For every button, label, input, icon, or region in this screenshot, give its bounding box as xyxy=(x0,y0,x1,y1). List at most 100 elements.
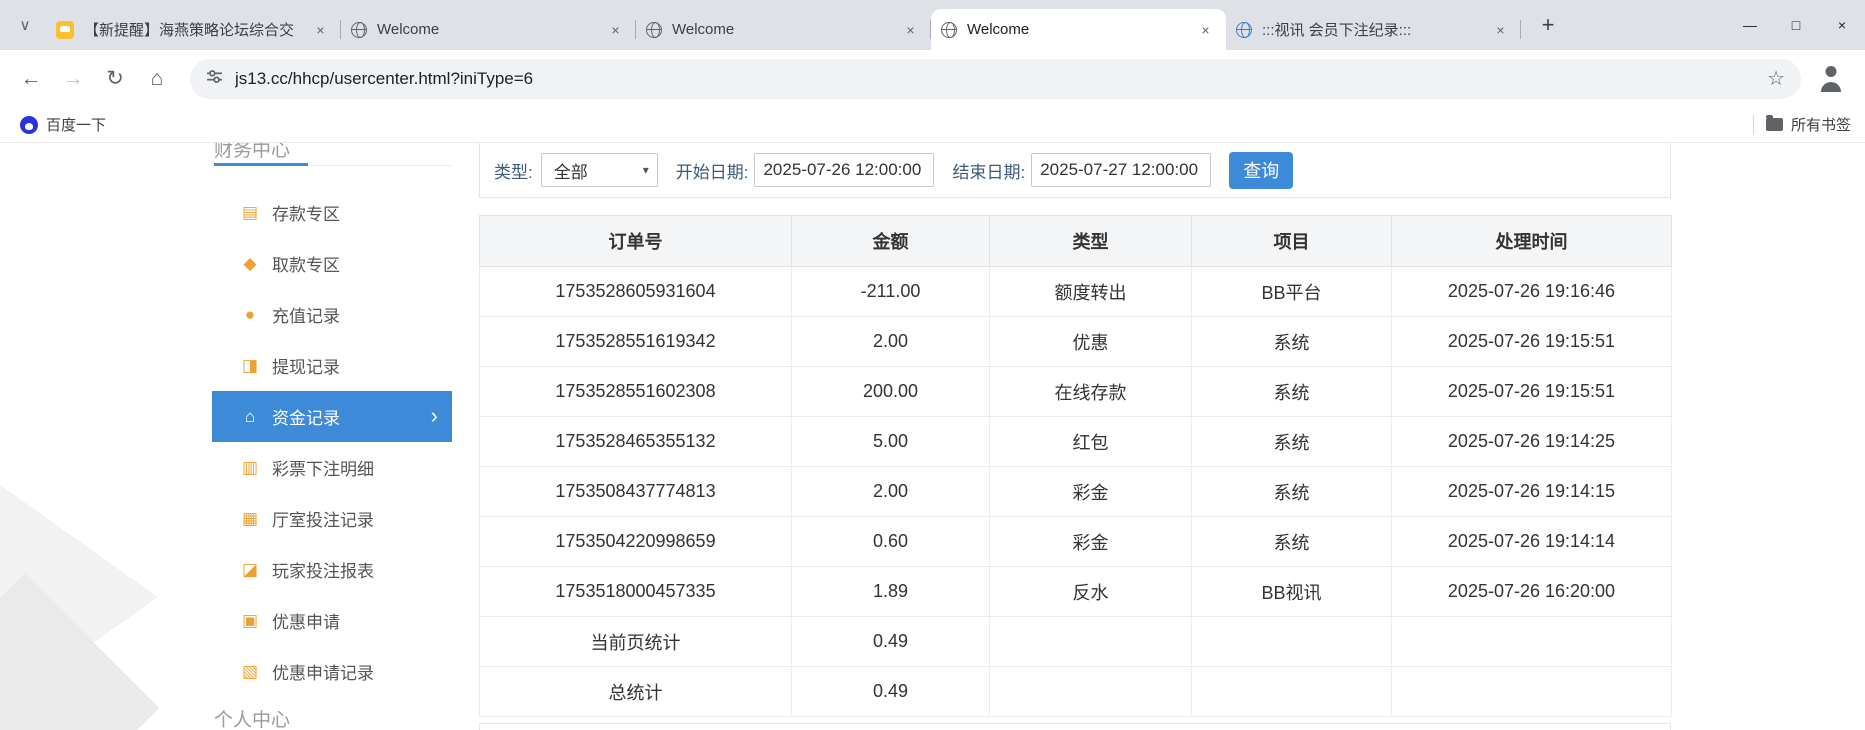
pagination-bar xyxy=(479,723,1671,730)
new-tab-button[interactable]: + xyxy=(1531,8,1565,42)
cell-project: BB平台 xyxy=(1192,267,1392,317)
chevron-down-icon: ∨ xyxy=(20,16,31,34)
type-label: 类型: xyxy=(494,158,533,183)
sidebar-item-lottery-bet-details[interactable]: ▥ 彩票下注明细 xyxy=(212,442,452,493)
maximize-button[interactable]: □ xyxy=(1773,0,1819,50)
globe-favicon-icon xyxy=(351,22,367,38)
bookmark-baidu[interactable]: 百度一下 xyxy=(14,111,112,139)
tab-close-icon[interactable]: × xyxy=(1195,19,1216,40)
sidebar-heading-personal: 个人中心 xyxy=(214,705,290,730)
divider xyxy=(1753,115,1754,135)
cell-time: 2025-07-26 19:15:51 xyxy=(1392,367,1672,417)
tab-video-records[interactable]: :::视讯 会员下注纪录::: × xyxy=(1226,9,1521,50)
sidebar-item-player-bet-report[interactable]: ◪ 玩家投注报表 xyxy=(212,544,452,595)
cell-order-id: 1753528551619342 xyxy=(480,317,792,367)
tab-strip: 【新提醒】海燕策略论坛综合交 × Welcome × Welcome × Wel… xyxy=(46,0,1521,50)
cell-project: 系统 xyxy=(1192,317,1392,367)
bookmark-star-icon[interactable]: ☆ xyxy=(1767,66,1785,91)
search-button[interactable]: 查询 xyxy=(1229,152,1293,189)
sidebar-item-label: 存款专区 xyxy=(272,200,340,225)
minimize-button[interactable]: — xyxy=(1727,0,1773,50)
forward-button[interactable]: → xyxy=(54,60,92,98)
tab-close-icon[interactable]: × xyxy=(310,19,331,40)
report-icon: ◪ xyxy=(238,560,262,580)
start-date-input[interactable] xyxy=(754,153,934,187)
browser-toolbar: ← → ↻ ⌂ js13.cc/hhcp/usercenter.html?ini… xyxy=(0,50,1865,107)
chevron-down-icon: ▾ xyxy=(643,163,649,177)
sidebar-item-deposit-zone[interactable]: ▤ 存款专区 xyxy=(212,187,452,238)
cell-type: 彩金 xyxy=(990,517,1192,567)
profile-avatar[interactable] xyxy=(1813,61,1849,97)
table-row: 1753528551619342 2.00 优惠 系统 2025-07-26 1… xyxy=(480,317,1672,367)
filter-bar: 类型: 全部 ▾ 开始日期: 结束日期: 查询 xyxy=(479,143,1671,198)
col-header-type: 类型 xyxy=(990,216,1192,267)
cell-type: 优惠 xyxy=(990,317,1192,367)
cell-amount: 0.49 xyxy=(792,667,990,717)
sidebar-item-recharge-records[interactable]: ● 充值记录 xyxy=(212,289,452,340)
funds-table: 订单号 金额 类型 项目 处理时间 1753528605931604 -211.… xyxy=(479,215,1672,717)
all-bookmarks-button[interactable]: 所有书签 xyxy=(1753,114,1851,135)
address-bar[interactable]: js13.cc/hhcp/usercenter.html?iniType=6 ☆ xyxy=(190,59,1801,99)
table-row: 1753528551602308 200.00 在线存款 系统 2025-07-… xyxy=(480,367,1672,417)
tab-welcome-2[interactable]: Welcome × xyxy=(636,9,931,50)
tab-forum[interactable]: 【新提醒】海燕策略论坛综合交 × xyxy=(46,9,341,50)
sidebar-item-promo-apply-records[interactable]: ▧ 优惠申请记录 xyxy=(212,646,452,697)
table-row: 1753528605931604 -211.00 额度转出 BB平台 2025-… xyxy=(480,267,1672,317)
site-info-icon[interactable] xyxy=(206,68,223,90)
cell-type xyxy=(990,617,1192,667)
refresh-button[interactable]: ↻ xyxy=(96,60,134,98)
col-header-time: 处理时间 xyxy=(1392,216,1672,267)
funds-icon: ⌂ xyxy=(238,407,262,427)
tab-close-icon[interactable]: × xyxy=(605,19,626,40)
promo-icon: ▣ xyxy=(238,611,262,631)
cell-order-id: 1753504220998659 xyxy=(480,517,792,567)
tab-title: Welcome xyxy=(967,21,1189,38)
type-select[interactable]: 全部 ▾ xyxy=(541,153,658,187)
tab-title: Welcome xyxy=(672,21,894,38)
sidebar-item-funds-records[interactable]: ⌂ 资金记录 › xyxy=(212,391,452,442)
table-summary-row-total: 总统计 0.49 xyxy=(480,667,1672,717)
tab-title: 【新提醒】海燕策略论坛综合交 xyxy=(84,19,304,40)
cell-project xyxy=(1192,667,1392,717)
lottery-icon: ▥ xyxy=(238,458,262,478)
tab-welcome-active[interactable]: Welcome × xyxy=(931,9,1226,50)
col-header-order-id: 订单号 xyxy=(480,216,792,267)
cell-project: 系统 xyxy=(1192,467,1392,517)
cell-time: 2025-07-26 19:14:15 xyxy=(1392,467,1672,517)
cell-time xyxy=(1392,667,1672,717)
window-close-button[interactable]: × xyxy=(1819,0,1865,50)
tab-close-icon[interactable]: × xyxy=(900,19,921,40)
chevron-right-icon: › xyxy=(431,402,438,428)
window-controls: — □ × xyxy=(1727,0,1865,50)
url-text[interactable]: js13.cc/hhcp/usercenter.html?iniType=6 xyxy=(235,69,1767,89)
sidebar-item-promo-apply[interactable]: ▣ 优惠申请 xyxy=(212,595,452,646)
promo-records-icon: ▧ xyxy=(238,662,262,682)
table-summary-row-page: 当前页统计 0.49 xyxy=(480,617,1672,667)
table-header-row: 订单号 金额 类型 项目 处理时间 xyxy=(480,216,1672,267)
sidebar-item-label: 优惠申请记录 xyxy=(272,659,374,684)
end-date-input[interactable] xyxy=(1031,153,1211,187)
start-date-label: 开始日期: xyxy=(676,158,749,183)
bookmarks-bar: 百度一下 所有书签 xyxy=(0,107,1865,143)
sidebar-heading-finance: 财务中心 xyxy=(214,143,290,162)
back-button[interactable]: ← xyxy=(12,60,50,98)
tab-bar: ∨ 【新提醒】海燕策略论坛综合交 × Welcome × Welcome × W… xyxy=(0,0,1865,50)
tab-close-icon[interactable]: × xyxy=(1490,19,1511,40)
tab-search-button[interactable]: ∨ xyxy=(8,8,42,42)
sidebar-item-label: 厅室投注记录 xyxy=(272,506,374,531)
cell-type: 红包 xyxy=(990,417,1192,467)
cell-time: 2025-07-26 19:15:51 xyxy=(1392,317,1672,367)
cell-type: 在线存款 xyxy=(990,367,1192,417)
sidebar-item-hall-bet-records[interactable]: ▦ 厅室投注记录 xyxy=(212,493,452,544)
globe-favicon-icon xyxy=(941,22,957,38)
tab-welcome-1[interactable]: Welcome × xyxy=(341,9,636,50)
sidebar-menu: ▤ 存款专区 ◆ 取款专区 ● 充值记录 ◨ 提现记录 ⌂ 资金记录 › ▥ xyxy=(212,187,452,697)
withdraw-icon: ◆ xyxy=(238,254,262,274)
home-button[interactable]: ⌂ xyxy=(138,60,176,98)
recharge-icon: ● xyxy=(238,305,262,325)
sidebar-item-withdraw-zone[interactable]: ◆ 取款专区 xyxy=(212,238,452,289)
person-icon xyxy=(1826,66,1837,77)
cell-amount: 2.00 xyxy=(792,317,990,367)
end-date-label: 结束日期: xyxy=(952,158,1025,183)
sidebar-item-withdraw-records[interactable]: ◨ 提现记录 xyxy=(212,340,452,391)
